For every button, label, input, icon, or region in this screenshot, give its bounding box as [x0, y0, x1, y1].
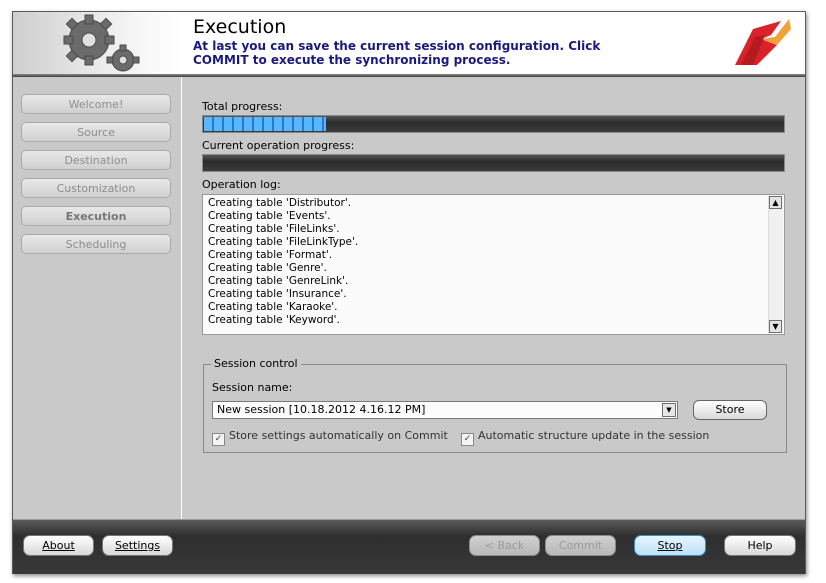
about-button[interactable]: About	[23, 535, 94, 556]
sidebar-item-source[interactable]: Source	[21, 122, 171, 142]
app-window: Execution At last you can save the curre…	[12, 11, 806, 574]
session-control-legend: Session control	[211, 357, 301, 370]
log-line: Creating table 'Insurance'.	[208, 288, 347, 300]
chevron-down-icon[interactable]: ▼	[662, 403, 676, 417]
log-line: Creating table 'Format'.	[208, 249, 333, 261]
scroll-down-icon[interactable]: ▼	[769, 320, 782, 333]
log-line: Creating table 'GenreLink'.	[208, 275, 349, 287]
session-name-select[interactable]: New session [10.18.2012 4.16.12 PM] ▼	[212, 401, 678, 419]
log-line: Creating table 'Distributor'.	[208, 197, 352, 209]
total-progress-label: Total progress:	[202, 100, 283, 113]
operation-log-label: Operation log:	[202, 178, 281, 191]
current-progress-label: Current operation progress:	[202, 139, 355, 152]
settings-button-label: Settings	[114, 539, 161, 552]
scroll-up-icon[interactable]: ▲	[769, 196, 782, 209]
settings-button[interactable]: Settings	[102, 535, 173, 556]
footer-bar: About Settings < Back Commit Stop Help	[13, 519, 805, 574]
log-line: Creating table 'Keyword'.	[208, 314, 340, 326]
stop-button-label: Stop	[657, 539, 683, 552]
gears-icon	[63, 14, 140, 72]
about-button-label: About	[42, 539, 75, 552]
app-logo-icon	[735, 19, 791, 65]
log-lines: Creating table 'Distributor'. Creating ta…	[208, 197, 358, 327]
log-line: Creating table 'Genre'.	[208, 262, 327, 274]
back-button[interactable]: < Back	[469, 535, 540, 556]
page-subtitle: At last you can save the current session…	[193, 39, 601, 67]
log-line: Creating table 'Events'.	[208, 210, 331, 222]
header-graphic	[13, 12, 183, 74]
sidebar-item-scheduling[interactable]: Scheduling	[21, 234, 171, 254]
session-name-label: Session name:	[212, 381, 293, 394]
current-progress-bar	[202, 154, 785, 172]
operation-log[interactable]: Creating table 'Distributor'. Creating ta…	[202, 194, 785, 335]
store-button[interactable]: Store	[693, 400, 767, 420]
sidebar: Welcome! Source Destination Customizatio…	[13, 77, 182, 519]
header: Execution At last you can save the curre…	[13, 12, 805, 74]
sidebar-item-welcome[interactable]: Welcome!	[21, 94, 171, 114]
total-progress-bar	[202, 115, 785, 133]
store-settings-checkbox[interactable]: ✓	[212, 433, 225, 446]
session-name-value: New session [10.18.2012 4.16.12 PM]	[217, 403, 426, 416]
commit-button[interactable]: Commit	[545, 535, 616, 556]
log-line: Creating table 'FileLinkType'.	[208, 236, 359, 248]
auto-structure-checkbox[interactable]: ✓	[461, 433, 474, 446]
log-scrollbar[interactable]: ▲ ▼	[768, 196, 783, 333]
stop-button[interactable]: Stop	[634, 535, 706, 556]
auto-structure-label: Automatic structure update in the sessio…	[478, 429, 710, 442]
help-button[interactable]: Help	[724, 535, 796, 556]
page-title: Execution	[193, 16, 287, 38]
sidebar-item-execution[interactable]: Execution	[21, 206, 171, 226]
store-settings-checkbox-row[interactable]: ✓ Store settings automatically on Commit	[212, 429, 448, 446]
total-progress-fill	[204, 117, 326, 131]
sidebar-item-destination[interactable]: Destination	[21, 150, 171, 170]
main-content: Total progress: Current operation progre…	[183, 77, 805, 519]
log-line: Creating table 'FileLinks'.	[208, 223, 340, 235]
log-line: Creating table 'Karaoke'.	[208, 301, 338, 313]
auto-structure-checkbox-row[interactable]: ✓ Automatic structure update in the sessi…	[461, 429, 709, 446]
sidebar-item-customization[interactable]: Customization	[21, 178, 171, 198]
store-settings-label: Store settings automatically on Commit	[229, 429, 448, 442]
session-control-group: Session control Session name: New sessio…	[203, 357, 787, 453]
